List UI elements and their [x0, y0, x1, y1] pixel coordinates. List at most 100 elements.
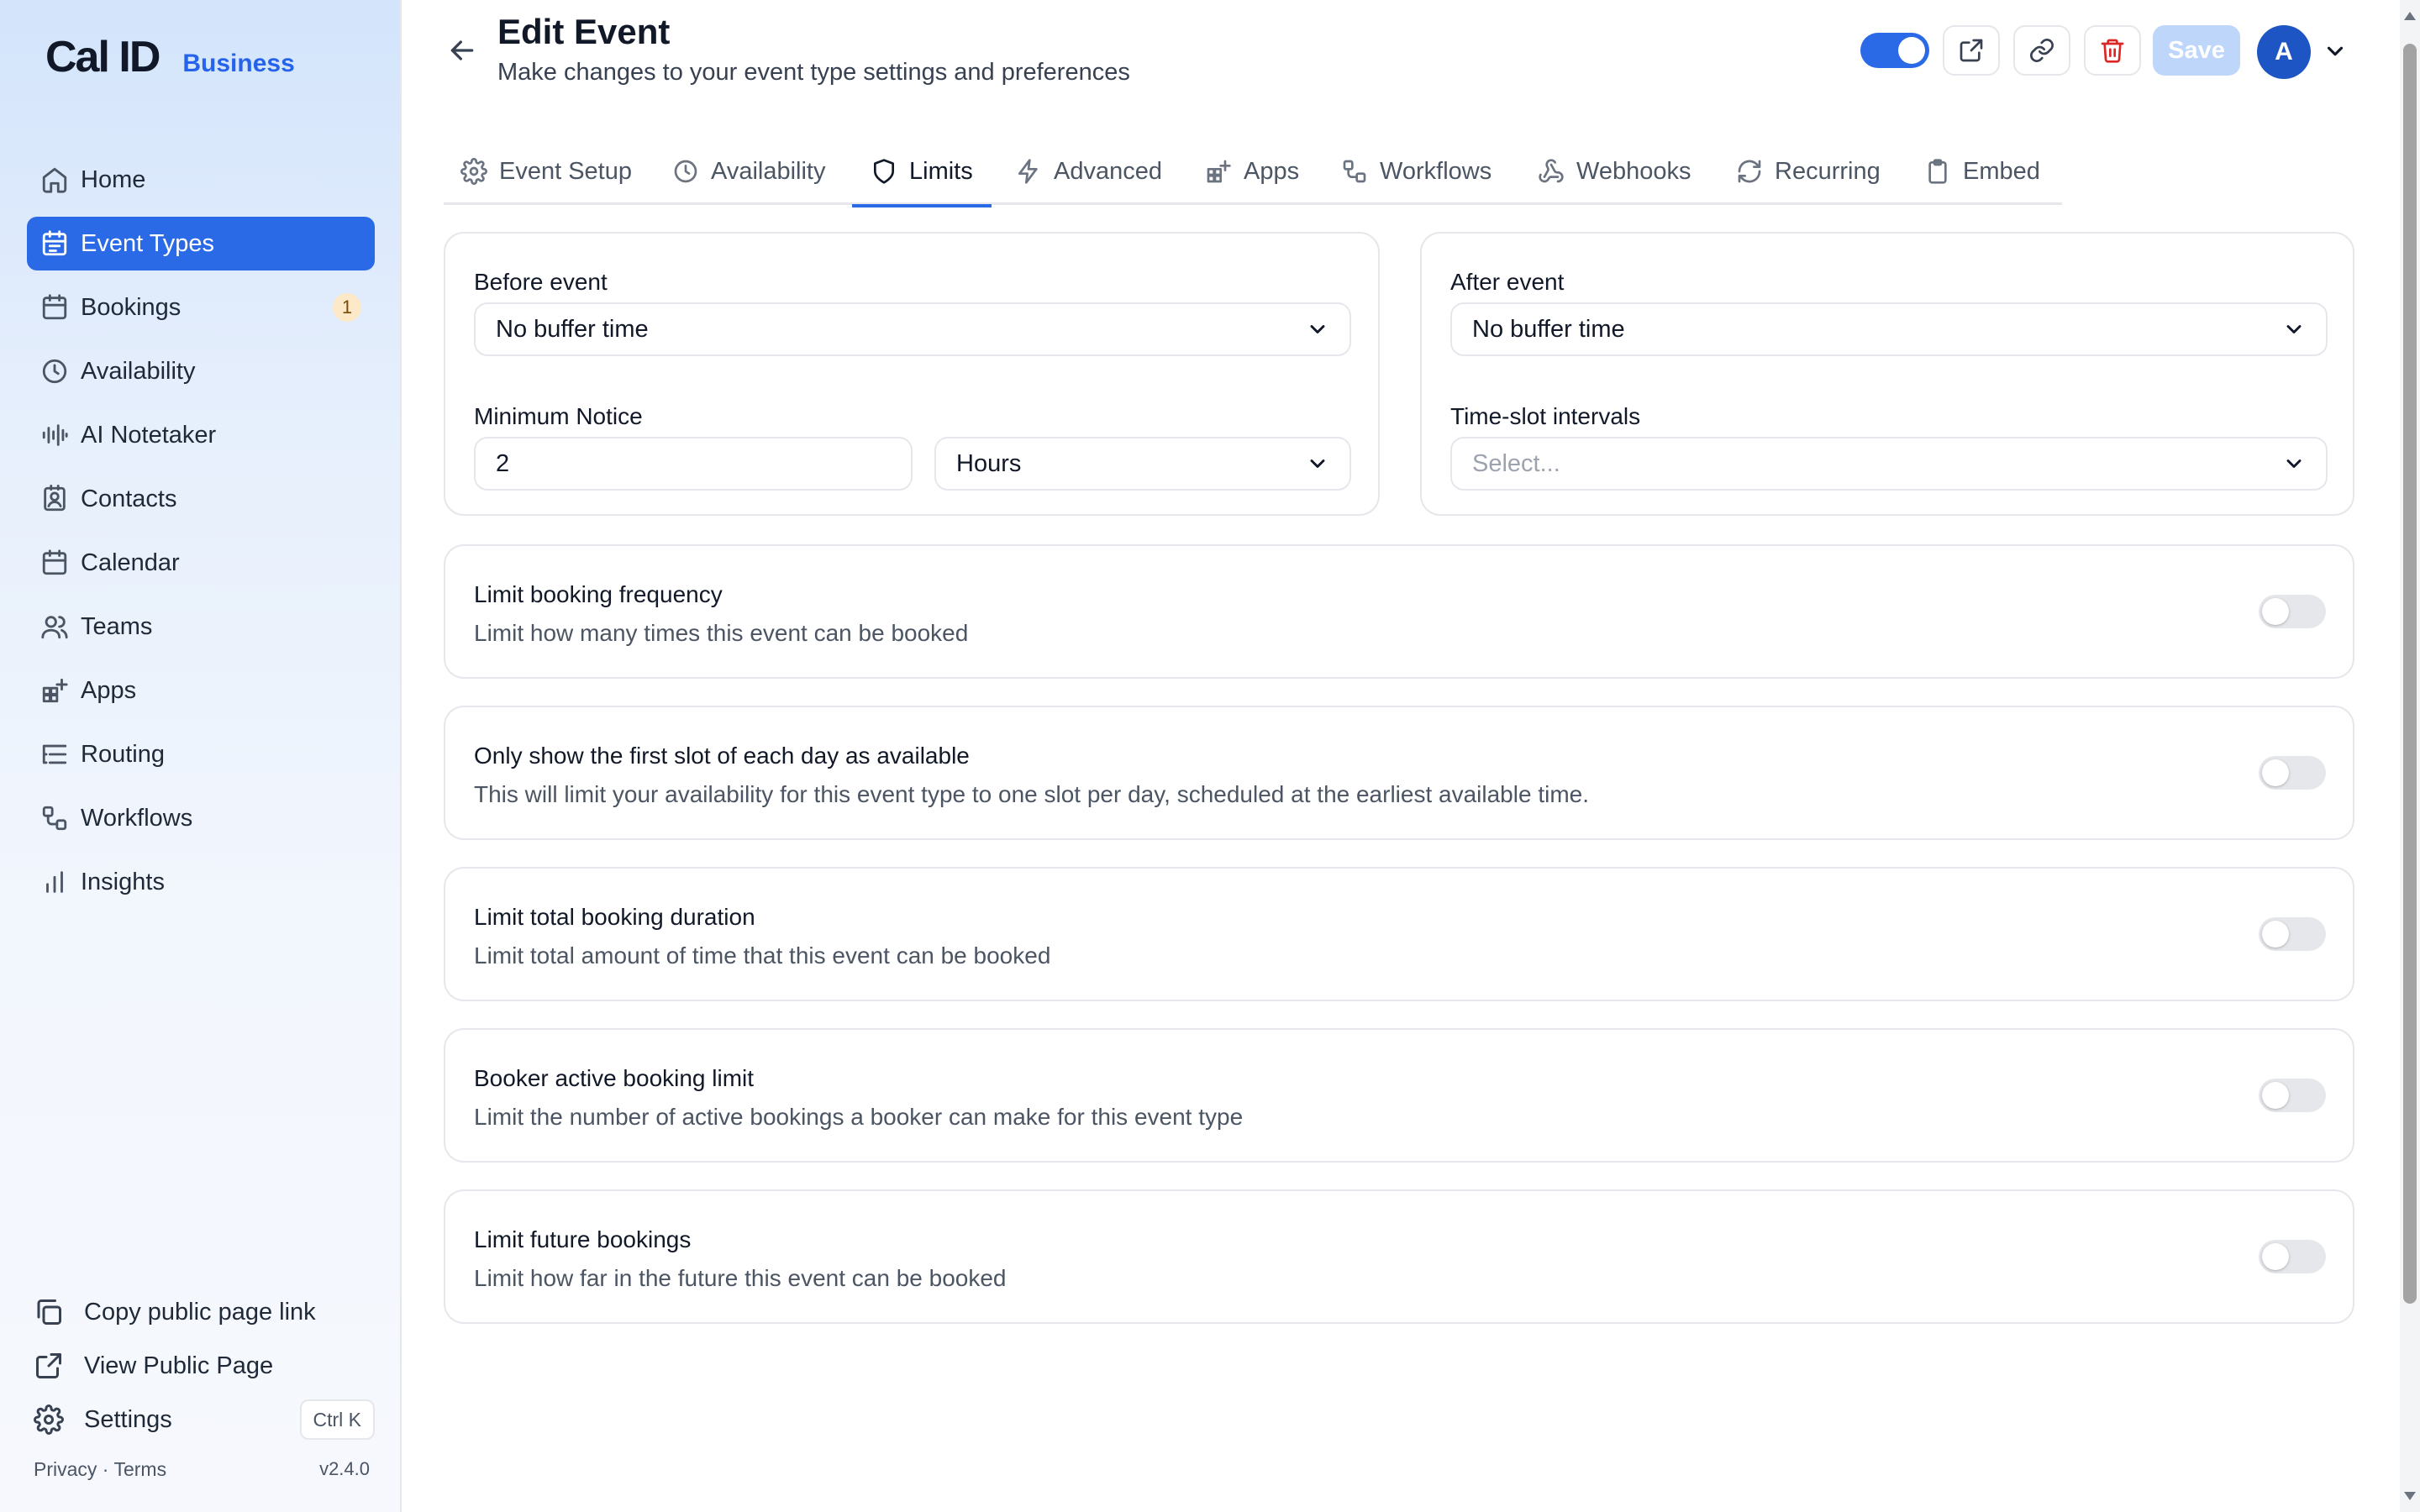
home-icon — [42, 167, 67, 193]
tab-label: Limits — [909, 157, 973, 185]
sidebar-item-home[interactable]: Home — [27, 153, 375, 207]
tab-label: Workflows — [1380, 157, 1492, 185]
chevron-down-icon — [2286, 325, 2302, 333]
sidebar-item-routing[interactable]: Routing — [27, 727, 375, 781]
settings-button[interactable]: Settings Ctrl K — [34, 1393, 375, 1446]
page-title: Edit Event — [497, 12, 671, 51]
time-slot-intervals-label: Time-slot intervals — [1450, 403, 1641, 429]
before-event-value: No buffer time — [496, 316, 649, 343]
privacy-link[interactable]: Privacy — [34, 1458, 97, 1480]
sidebar-footer: Copy public page link View Public Page S… — [34, 1285, 375, 1446]
setting-title: Only show the first slot of each day as … — [474, 743, 970, 769]
limit-total-duration-toggle[interactable] — [2259, 917, 2326, 951]
minimum-notice-unit-select[interactable]: Hours — [934, 437, 1351, 491]
back-arrow-icon[interactable] — [445, 34, 479, 67]
limit-total-duration-card: Limit total booking duration Limit total… — [444, 867, 2354, 1001]
chevron-down-icon[interactable] — [2323, 39, 2348, 64]
event-tabs: Event Setup Availability Limits Advanced… — [444, 138, 2062, 207]
trash-icon — [2101, 39, 2124, 63]
tab-limits[interactable]: Limits — [852, 138, 992, 207]
sidebar-item-event-types[interactable]: Event Types — [27, 217, 375, 270]
tab-webhooks[interactable]: Webhooks — [1538, 138, 1691, 205]
sidebar-item-teams[interactable]: Teams — [27, 600, 375, 654]
sidebar-item-availability[interactable]: Availability — [27, 344, 375, 398]
setting-description: Limit the number of active bookings a bo… — [474, 1104, 1244, 1130]
setting-description: This will limit your availability for th… — [474, 781, 1590, 807]
booker-active-limit-toggle[interactable] — [2259, 1079, 2326, 1112]
sidebar: Cal ID Business Home Event Types Booking… — [0, 0, 402, 1512]
event-enabled-toggle[interactable] — [1860, 33, 1929, 68]
brand[interactable]: Cal ID Business — [45, 32, 295, 82]
clock-icon — [42, 359, 67, 384]
link-icon — [2030, 39, 2054, 62]
tab-recurring[interactable]: Recurring — [1736, 138, 1881, 205]
before-event-select[interactable]: No buffer time — [474, 302, 1351, 356]
list-tree-icon — [42, 744, 67, 764]
toggle-knob — [2262, 598, 2289, 625]
page-scrollbar[interactable] — [2400, 0, 2420, 1512]
sidebar-item-bookings[interactable]: Bookings 1 — [27, 281, 375, 334]
sidebar-item-label: Event Types — [81, 229, 215, 257]
tab-embed[interactable]: Embed — [1924, 138, 2040, 205]
sidebar-item-apps[interactable]: Apps — [27, 664, 375, 717]
booker-active-limit-card: Booker active booking limit Limit the nu… — [444, 1028, 2354, 1163]
terms-link[interactable]: Terms — [113, 1458, 166, 1480]
sidebar-nav: Home Event Types Bookings 1 Availability… — [27, 153, 375, 919]
after-event-value: No buffer time — [1472, 316, 1625, 343]
scrollbar-thumb[interactable] — [2403, 44, 2417, 1304]
tab-label: Recurring — [1775, 157, 1881, 185]
setting-description: Limit total amount of time that this eve… — [474, 942, 1051, 969]
setting-description: Limit how far in the future this event c… — [474, 1265, 1007, 1291]
time-slot-intervals-select[interactable]: Select... — [1450, 437, 2328, 491]
after-event-select[interactable]: No buffer time — [1450, 302, 2328, 356]
sidebar-item-insights[interactable]: Insights — [27, 855, 375, 909]
grid-plus-icon — [42, 678, 68, 703]
preview-event-button[interactable] — [1943, 25, 2000, 76]
sidebar-item-workflows[interactable]: Workflows — [27, 791, 375, 845]
tab-availability[interactable]: Availability — [672, 138, 825, 205]
sidebar-item-calendar[interactable]: Calendar — [27, 536, 375, 590]
workflow-icon — [1343, 160, 1366, 183]
bar-chart-icon — [46, 871, 63, 893]
minimum-notice-input[interactable]: 2 — [474, 437, 913, 491]
sidebar-item-ai-notetaker[interactable]: AI Notetaker — [27, 408, 375, 462]
sidebar-item-label: Teams — [81, 612, 153, 640]
tab-label: Advanced — [1054, 157, 1162, 185]
tab-workflows[interactable]: Workflows — [1341, 138, 1491, 205]
tab-label: Event Setup — [499, 157, 632, 185]
tab-advanced[interactable]: Advanced — [1015, 138, 1162, 205]
tab-label: Apps — [1244, 157, 1300, 185]
chevron-down-icon — [2286, 459, 2302, 468]
minimum-notice-label: Minimum Notice — [474, 403, 643, 429]
avatar[interactable]: A — [2257, 25, 2311, 79]
limit-booking-frequency-toggle[interactable] — [2259, 595, 2326, 628]
sidebar-item-label: Home — [81, 165, 146, 193]
save-button[interactable]: Save — [2153, 25, 2240, 76]
webhook-icon — [1539, 159, 1564, 183]
shield-icon — [874, 159, 894, 184]
settings-label: Settings — [84, 1405, 172, 1433]
toggle-knob — [2262, 1082, 2289, 1109]
tab-label: Availability — [711, 157, 826, 185]
setting-description: Limit how many times this event can be b… — [474, 620, 969, 646]
setting-title: Limit future bookings — [474, 1226, 692, 1252]
tab-apps[interactable]: Apps — [1205, 138, 1299, 205]
sidebar-item-label: Apps — [81, 676, 137, 704]
sidebar-item-label: Contacts — [81, 485, 177, 512]
sidebar-item-contacts[interactable]: Contacts — [27, 472, 375, 526]
workflow-icon — [42, 806, 67, 831]
after-event-label: After event — [1450, 269, 1565, 295]
external-link-icon — [1960, 39, 1983, 62]
scroll-up-arrow-icon[interactable] — [2404, 12, 2416, 20]
first-slot-only-toggle[interactable] — [2259, 756, 2326, 790]
copy-public-link-button[interactable]: Copy public page link — [34, 1285, 375, 1339]
limit-booking-frequency-card: Limit booking frequency Limit how many t… — [444, 544, 2354, 679]
delete-event-button[interactable] — [2084, 25, 2141, 76]
tab-event-setup[interactable]: Event Setup — [460, 138, 632, 205]
view-public-page-link[interactable]: View Public Page — [34, 1339, 375, 1393]
sidebar-item-label: Workflows — [81, 804, 193, 832]
copy-link-button[interactable] — [2013, 25, 2070, 76]
limit-future-bookings-toggle[interactable] — [2259, 1240, 2326, 1273]
command-palette-shortcut[interactable]: Ctrl K — [299, 1399, 375, 1440]
scroll-down-arrow-icon[interactable] — [2404, 1492, 2416, 1500]
